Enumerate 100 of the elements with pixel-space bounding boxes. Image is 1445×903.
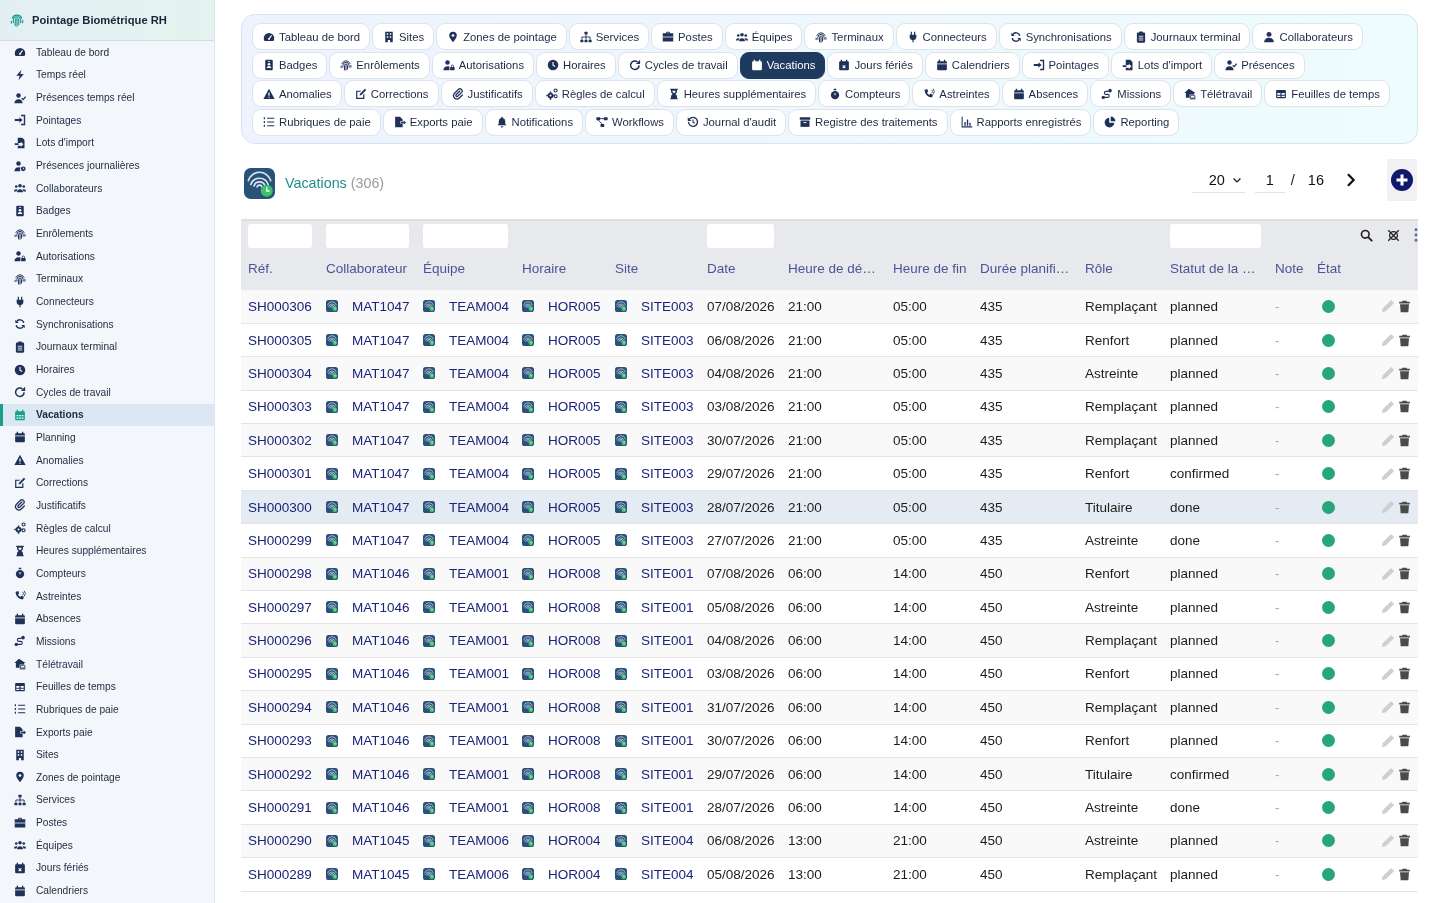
team-link[interactable]: TEAM001 bbox=[449, 699, 510, 715]
site-link[interactable]: SITE001 bbox=[641, 633, 694, 649]
ref-link[interactable]: SH000299 bbox=[248, 532, 312, 548]
more-icon[interactable] bbox=[1414, 228, 1418, 242]
trash-icon[interactable] bbox=[1398, 333, 1411, 347]
trash-icon[interactable] bbox=[1398, 834, 1411, 848]
ref-link[interactable]: SH000298 bbox=[248, 566, 312, 582]
module-tab[interactable]: Compteurs bbox=[818, 80, 911, 107]
schedule-link[interactable]: HOR004 bbox=[548, 866, 601, 882]
sidebar-item[interactable]: Autorisations bbox=[0, 244, 214, 268]
clear-filters-button[interactable] bbox=[1387, 228, 1400, 242]
module-tab[interactable]: Exports paie bbox=[382, 108, 483, 136]
module-tab[interactable]: Absences bbox=[1001, 80, 1089, 107]
table-row[interactable]: SH000303 MAT1047 TEAM004 HOR005 SITE003 03/08/2026 21:00 05:00 435 Remplaçant planned - bbox=[241, 390, 1418, 424]
module-tab[interactable]: Astreintes bbox=[912, 80, 1000, 107]
sidebar-item[interactable]: Heures supplémentaires bbox=[0, 539, 214, 563]
site-link[interactable]: SITE001 bbox=[641, 566, 694, 582]
sidebar-item[interactable]: Postes bbox=[0, 811, 214, 834]
table-row[interactable]: SH000289 MAT1045 TEAM006 HOR004 SITE004 05/08/2026 13:00 21:00 450 Remplaçant planned - bbox=[241, 857, 1418, 892]
column-header[interactable]: Statut de la … bbox=[1163, 251, 1268, 290]
sidebar-item[interactable]: Planning bbox=[0, 426, 214, 449]
module-tab[interactable]: Calendriers bbox=[924, 51, 1020, 79]
sidebar-item[interactable]: Vacations bbox=[0, 403, 214, 427]
sidebar-item[interactable]: Missions bbox=[0, 630, 214, 653]
trash-icon[interactable] bbox=[1398, 634, 1411, 648]
team-link[interactable]: TEAM001 bbox=[449, 733, 510, 749]
table-row[interactable]: SH000296 MAT1046 TEAM001 HOR008 SITE001 04/08/2026 06:00 14:00 450 Remplaçant planned - bbox=[241, 623, 1418, 658]
schedule-link[interactable]: HOR008 bbox=[548, 733, 601, 749]
team-link[interactable]: TEAM004 bbox=[449, 332, 510, 348]
sidebar-item[interactable]: Zones de pointage bbox=[0, 766, 214, 789]
trash-icon[interactable] bbox=[1398, 433, 1411, 447]
ref-link[interactable]: SH000304 bbox=[248, 365, 312, 381]
ref-link[interactable]: SH000289 bbox=[248, 866, 312, 882]
module-tab[interactable]: Registre des traitements bbox=[788, 108, 948, 136]
sidebar-item[interactable]: Jours fériés bbox=[0, 856, 214, 880]
module-tab[interactable]: Enrôlements bbox=[329, 51, 430, 79]
sidebar-item[interactable]: Temps réel bbox=[0, 63, 214, 87]
team-link[interactable]: TEAM004 bbox=[449, 399, 510, 415]
sidebar-item[interactable]: Présences journalières bbox=[0, 154, 214, 177]
team-link[interactable]: TEAM001 bbox=[449, 766, 510, 782]
collaborator-link[interactable]: MAT1047 bbox=[352, 432, 410, 448]
collaborator-link[interactable]: MAT1046 bbox=[352, 800, 410, 816]
collaborator-link[interactable]: MAT1047 bbox=[352, 499, 410, 515]
module-tab[interactable]: Pointages bbox=[1021, 51, 1109, 79]
site-link[interactable]: SITE001 bbox=[641, 733, 694, 749]
table-row[interactable]: SH000300 MAT1047 TEAM004 HOR005 SITE003 28/07/2026 21:00 05:00 435 Titulaire done - bbox=[241, 490, 1418, 524]
collaborator-link[interactable]: MAT1046 bbox=[352, 566, 410, 582]
module-tab[interactable]: Horaires bbox=[536, 51, 616, 79]
module-tab[interactable]: Notifications bbox=[484, 108, 584, 136]
page-size-select[interactable]: 20 bbox=[1191, 167, 1245, 193]
sidebar-item[interactable]: Connecteurs bbox=[0, 290, 214, 313]
ref-link[interactable]: SH000301 bbox=[248, 466, 312, 482]
ref-link[interactable]: SH000295 bbox=[248, 666, 312, 682]
trash-icon[interactable] bbox=[1398, 500, 1411, 514]
site-link[interactable]: SITE003 bbox=[641, 399, 694, 415]
sidebar-item[interactable]: Badges bbox=[0, 199, 214, 223]
site-link[interactable]: SITE003 bbox=[641, 432, 694, 448]
site-link[interactable]: SITE001 bbox=[641, 599, 694, 615]
module-tab[interactable]: Missions bbox=[1090, 80, 1172, 107]
trash-icon[interactable] bbox=[1398, 567, 1411, 581]
column-header[interactable]: Heure de fin bbox=[886, 251, 973, 290]
site-link[interactable]: SITE001 bbox=[641, 800, 694, 816]
sidebar-item[interactable]: Sites bbox=[0, 743, 214, 766]
module-tab[interactable]: Autorisations bbox=[431, 51, 535, 79]
ref-link[interactable]: SH000290 bbox=[248, 833, 312, 849]
site-link[interactable]: SITE004 bbox=[641, 833, 694, 849]
schedule-link[interactable]: HOR008 bbox=[548, 666, 601, 682]
collaborator-link[interactable]: MAT1047 bbox=[352, 365, 410, 381]
module-tab[interactable]: Synchronisations bbox=[998, 23, 1122, 50]
schedule-link[interactable]: HOR005 bbox=[548, 532, 601, 548]
sidebar-item[interactable]: Corrections bbox=[0, 471, 214, 495]
trash-icon[interactable] bbox=[1398, 801, 1411, 815]
collaborator-link[interactable]: MAT1046 bbox=[352, 766, 410, 782]
trash-icon[interactable] bbox=[1398, 667, 1411, 681]
sidebar-item[interactable]: Synchronisations bbox=[0, 312, 214, 336]
ref-link[interactable]: SH000305 bbox=[248, 332, 312, 348]
trash-icon[interactable] bbox=[1398, 700, 1411, 714]
module-tab[interactable]: Reporting bbox=[1093, 108, 1180, 136]
schedule-link[interactable]: HOR008 bbox=[548, 566, 601, 582]
ref-link[interactable]: SH000303 bbox=[248, 399, 312, 415]
team-link[interactable]: TEAM004 bbox=[449, 499, 510, 515]
module-tab[interactable]: Règles de calcul bbox=[534, 80, 655, 107]
module-tab[interactable]: Rubriques de paie bbox=[252, 108, 381, 136]
table-row[interactable]: SH000294 MAT1046 TEAM001 HOR008 SITE001 31/07/2026 06:00 14:00 450 Remplaçant planned - bbox=[241, 690, 1418, 725]
sidebar-item[interactable]: Services bbox=[0, 788, 214, 812]
sidebar-item[interactable]: Collaborateurs bbox=[0, 176, 214, 200]
ref-link[interactable]: SH000293 bbox=[248, 733, 312, 749]
schedule-link[interactable]: HOR008 bbox=[548, 599, 601, 615]
sidebar-item[interactable]: Lots d'import bbox=[0, 131, 214, 155]
column-header[interactable]: Durée planifi… bbox=[973, 251, 1078, 290]
column-header[interactable]: Site bbox=[608, 251, 700, 290]
team-link[interactable]: TEAM004 bbox=[449, 298, 510, 314]
team-link[interactable]: TEAM001 bbox=[449, 566, 510, 582]
table-row[interactable]: SH000301 MAT1047 TEAM004 HOR005 SITE003 29/07/2026 21:00 05:00 435 Renfort confirmed - bbox=[241, 456, 1418, 491]
module-tab[interactable]: Badges bbox=[252, 51, 328, 79]
module-tab[interactable]: Workflows bbox=[585, 108, 674, 136]
module-tab[interactable]: Terminaux bbox=[804, 23, 894, 50]
module-tab[interactable]: Zones de pointage bbox=[436, 23, 567, 50]
site-link[interactable]: SITE003 bbox=[641, 532, 694, 548]
module-tab[interactable]: Journaux terminal bbox=[1123, 23, 1251, 50]
